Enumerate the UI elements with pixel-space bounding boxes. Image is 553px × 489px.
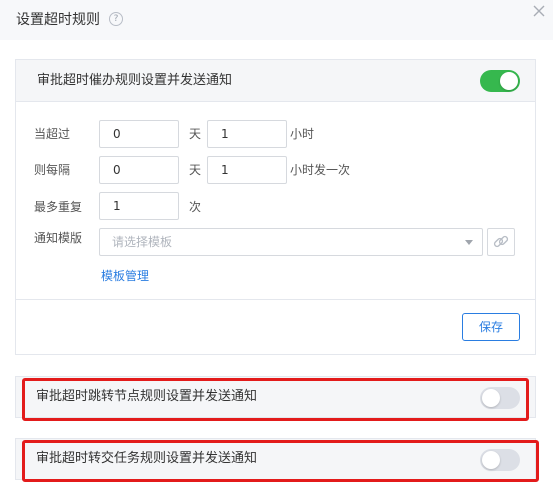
interval-hours-input[interactable]: 1 — [207, 156, 287, 184]
template-placeholder: 请选择模板 — [112, 235, 173, 249]
exceed-label: 当超过 — [34, 127, 71, 141]
template-select[interactable]: 请选择模板 — [99, 228, 483, 256]
chevron-down-icon — [465, 240, 473, 245]
save-button[interactable]: 保存 — [462, 313, 520, 341]
exceed-hours-unit: 小时 — [290, 127, 315, 141]
template-label: 通知模版 — [34, 231, 83, 245]
repeat-count-unit: 次 — [189, 200, 202, 214]
highlight-box-jump — [22, 378, 529, 421]
dialog-header: 设置超时规则 ? — [0, 0, 553, 40]
repeat-count-input[interactable]: 1 — [99, 192, 179, 220]
reminder-toggle[interactable] — [480, 70, 520, 92]
interval-label: 则每隔 — [34, 163, 71, 177]
card-header: 审批超时催办规则设置并发送通知 — [16, 60, 535, 102]
dialog-title: 设置超时规则 — [16, 12, 100, 28]
interval-hours-unit: 小时发一次 — [290, 163, 351, 177]
exceed-days-input[interactable]: 0 — [99, 120, 179, 148]
card-footer-divider — [15, 299, 536, 300]
template-manage-link[interactable]: 模板管理 — [101, 268, 149, 284]
exceed-days-unit: 天 — [189, 127, 202, 141]
repeat-label: 最多重复 — [34, 200, 83, 214]
link-icon — [493, 235, 509, 248]
toggle-knob — [500, 72, 518, 90]
question-circle-icon[interactable]: ? — [109, 12, 123, 26]
exceed-hours-input[interactable]: 1 — [207, 120, 287, 148]
highlight-box-transfer — [22, 440, 539, 482]
template-link-button[interactable] — [487, 228, 515, 256]
timeout-reminder-card: 审批超时催办规则设置并发送通知 — [15, 59, 536, 355]
close-icon[interactable] — [531, 3, 547, 19]
interval-days-unit: 天 — [189, 163, 202, 177]
card-title: 审批超时催办规则设置并发送通知 — [37, 73, 233, 88]
interval-days-input[interactable]: 0 — [99, 156, 179, 184]
